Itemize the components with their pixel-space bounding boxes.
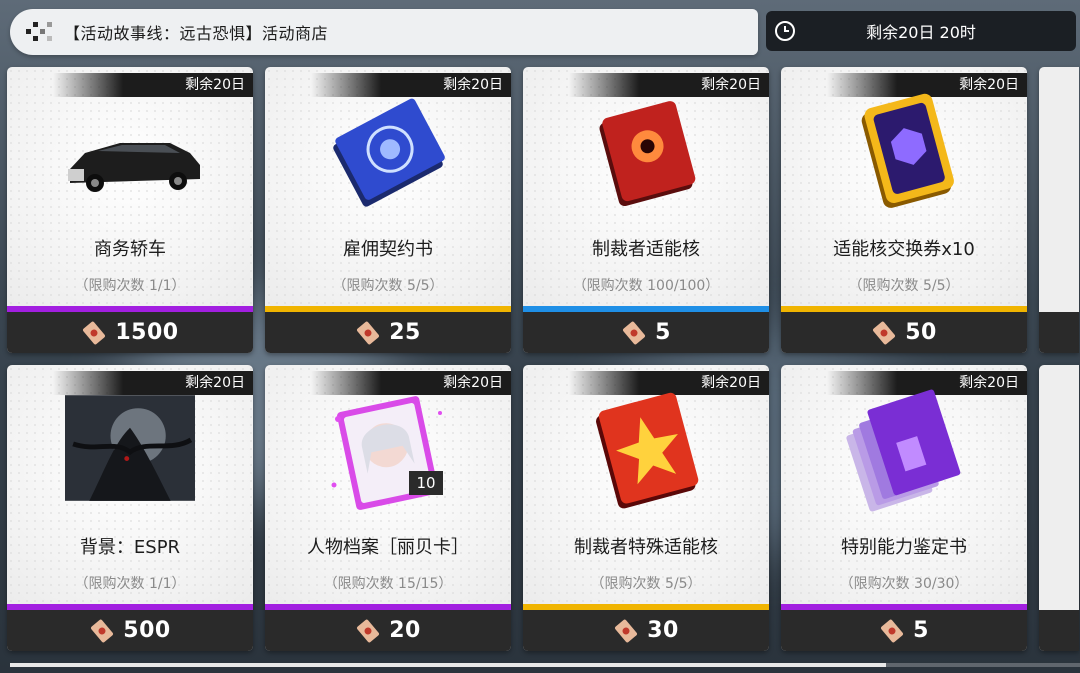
currency-ticket-icon xyxy=(881,619,904,642)
currency-ticket-icon xyxy=(357,321,380,344)
item-price: 5 xyxy=(655,320,671,345)
purchase-limit: （限购次数 1/1） xyxy=(74,576,186,592)
item-price: 5 xyxy=(913,618,929,643)
currency-ticket-icon xyxy=(91,619,114,642)
item-price: 1500 xyxy=(115,320,179,345)
purchase-limit: （限购次数 5/5） xyxy=(590,576,702,592)
item-name: 制裁者特殊适能核 xyxy=(574,537,718,558)
item-name: 制裁者适能核 xyxy=(592,239,700,260)
red-core-icon xyxy=(599,101,696,207)
price-bar[interactable]: 20 xyxy=(265,610,511,651)
purchase-limit: （限购次数 100/100） xyxy=(572,278,720,294)
item-price: 25 xyxy=(389,320,421,345)
shop-item-card[interactable]: 剩余20日 10 人物档案［丽贝卡］ （限购次数 15/15） 20 xyxy=(265,365,511,651)
page-title: 【活动故事线：远古恐惧】活动商店 xyxy=(64,24,329,43)
item-name: 雇佣契约书 xyxy=(343,239,433,260)
background-espr-icon xyxy=(65,395,195,501)
special-core-icon xyxy=(596,392,699,509)
item-price: 30 xyxy=(647,618,679,643)
shop-item-card[interactable]: 剩余20日 商务轿车 （限购次数 1/1） 1500 xyxy=(7,67,253,353)
scrollbar-thumb[interactable] xyxy=(10,663,886,667)
exchange-ticket-icon xyxy=(861,93,954,208)
currency-ticket-icon xyxy=(357,619,380,642)
appraisal-book-icon xyxy=(846,389,961,512)
price-bar[interactable]: 5 xyxy=(523,312,769,353)
shop-item-card[interactable]: 剩余20日 制裁者适能核 （限购次数 100/100） 5 xyxy=(523,67,769,353)
purchase-limit: （限购次数 5/5） xyxy=(332,278,444,294)
price-bar[interactable]: 25 xyxy=(265,312,511,353)
purchase-limit: （限购次数 1/1） xyxy=(74,278,186,294)
item-price: 20 xyxy=(389,618,421,643)
shop-item-card[interactable]: 剩余20日 雇佣契约书 （限购次数 5/5） 25 xyxy=(265,67,511,353)
item-price: 500 xyxy=(123,618,171,643)
purchase-limit: （限购次数 15/15） xyxy=(323,576,453,592)
shop-timer: 剩余20日 20时 xyxy=(766,11,1076,51)
shop-item-card[interactable]: 剩余20日 适能核交换券x10 （限购次数 5/5） 50 xyxy=(781,67,1027,353)
shop-item-card[interactable]: 剩余20日 背景：ESPR （限购次数 1/1） 500 xyxy=(7,365,253,651)
item-price: 50 xyxy=(905,320,937,345)
shop-item-card-partial[interactable] xyxy=(1039,365,1079,651)
car-icon xyxy=(68,143,200,192)
horizontal-scrollbar[interactable] xyxy=(10,663,1080,667)
currency-ticket-icon xyxy=(83,321,106,344)
contract-book-icon xyxy=(333,98,445,207)
quantity-badge: 10 xyxy=(409,471,443,495)
item-name: 适能核交换券x10 xyxy=(833,239,975,260)
shop-item-card[interactable]: 剩余20日 特别能力鉴定书 （限购次数 30/30） 5 xyxy=(781,365,1027,651)
shop-item-card-partial[interactable] xyxy=(1039,67,1079,353)
character-file-icon xyxy=(331,396,442,510)
item-name: 人物档案［丽贝卡］ xyxy=(307,537,469,558)
currency-ticket-icon xyxy=(615,619,638,642)
item-name: 背景：ESPR xyxy=(79,537,181,558)
purchase-limit: （限购次数 5/5） xyxy=(848,278,960,294)
price-bar[interactable]: 500 xyxy=(7,610,253,651)
currency-ticket-icon xyxy=(873,321,896,344)
currency-ticket-icon xyxy=(623,321,646,344)
price-bar[interactable]: 1500 xyxy=(7,312,253,353)
clock-icon xyxy=(775,21,795,41)
price-bar[interactable]: 50 xyxy=(781,312,1027,353)
shop-item-card[interactable]: 剩余20日 制裁者特殊适能核 （限购次数 5/5） 30 xyxy=(523,365,769,651)
item-name: 商务轿车 xyxy=(94,239,166,260)
menu-dots-icon[interactable] xyxy=(24,17,54,47)
shop-header: 【活动故事线：远古恐惧】活动商店 xyxy=(10,9,758,55)
price-bar[interactable]: 5 xyxy=(781,610,1027,651)
timer-text: 剩余20日 20时 xyxy=(866,23,976,42)
item-name: 特别能力鉴定书 xyxy=(841,537,967,558)
price-bar[interactable]: 30 xyxy=(523,610,769,651)
purchase-limit: （限购次数 30/30） xyxy=(839,576,969,592)
